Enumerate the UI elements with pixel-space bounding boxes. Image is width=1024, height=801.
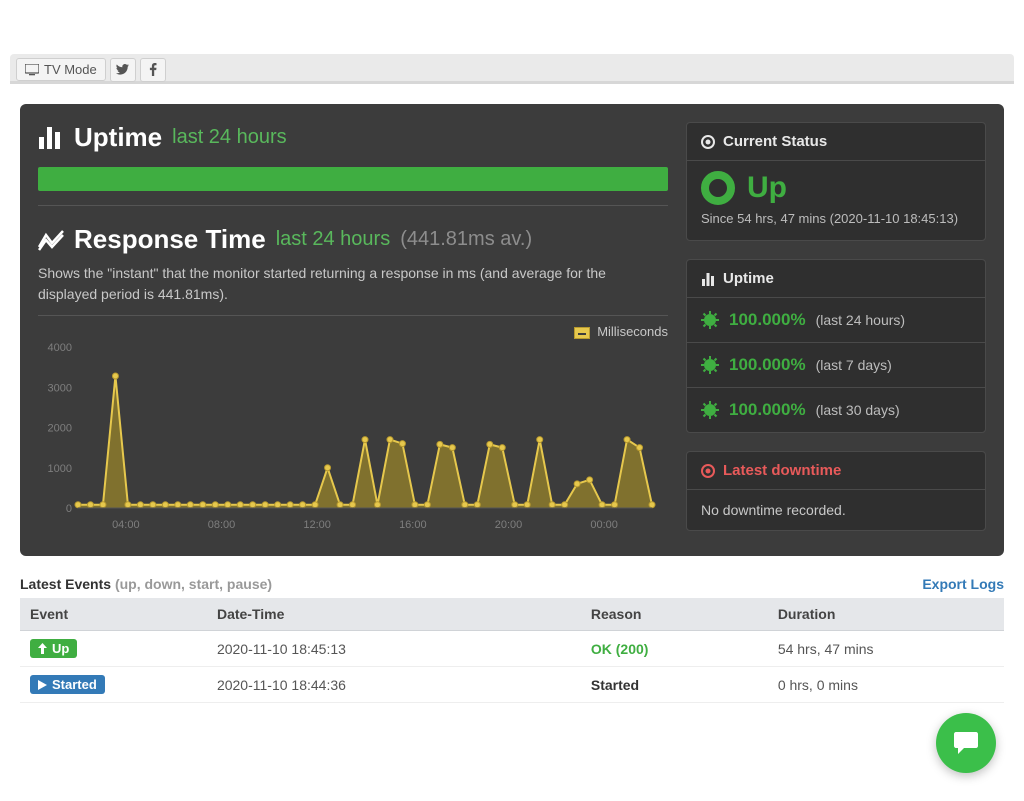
status-up-label: Up	[747, 171, 787, 205]
uptime-value: 100.000%	[729, 310, 806, 330]
status-since: Since 54 hrs, 47 mins (2020-11-10 18:45:…	[687, 209, 985, 240]
svg-text:0: 0	[66, 503, 72, 515]
response-range: last 24 hours	[276, 228, 391, 251]
response-heading: Response Time last 24 hours (441.81ms av…	[38, 224, 668, 255]
export-logs-link[interactable]: Export Logs	[922, 576, 1004, 592]
latest-downtime-label: Latest downtime	[723, 462, 841, 479]
uptime-row: 100.000% (last 7 days)	[687, 342, 985, 387]
uptime-stats-head: Uptime	[687, 260, 985, 298]
svg-text:00:00: 00:00	[590, 519, 618, 531]
svg-text:20:00: 20:00	[495, 519, 523, 531]
twitter-icon	[116, 64, 129, 75]
event-datetime: 2020-11-10 18:45:13	[207, 631, 581, 667]
col-duration: Duration	[768, 598, 1004, 631]
legend-swatch	[574, 327, 590, 339]
svg-text:2000: 2000	[48, 423, 72, 435]
twitter-button[interactable]	[110, 58, 136, 82]
radio-red-icon	[701, 464, 715, 478]
uptime-value: 100.000%	[729, 400, 806, 420]
divider	[38, 205, 668, 206]
response-title: Response Time	[74, 224, 266, 255]
facebook-icon	[149, 63, 157, 76]
latest-downtime-head: Latest downtime	[687, 452, 985, 490]
table-row: Started 2020-11-10 18:44:36 Started 0 hr…	[20, 667, 1004, 703]
event-duration: 0 hrs, 0 mins	[768, 667, 1004, 703]
uptime-stats-panel: Uptime 100.000% (last 24 hours) 100.000%	[686, 259, 986, 433]
events-table: Event Date-Time Reason Duration Up 2020-…	[20, 598, 1004, 703]
event-badge: Started	[30, 675, 105, 694]
event-badge-label: Started	[52, 677, 97, 692]
col-reason: Reason	[581, 598, 768, 631]
chart-svg: 1000 2000 3000 4000 0 04:00 08:00 12:00 16:00 20:…	[38, 343, 658, 538]
response-avg: (441.81ms av.)	[400, 228, 532, 251]
tv-mode-label: TV Mode	[44, 62, 97, 77]
response-chart: Milliseconds 1000 2000 3000 4000 0 04:00 08:00…	[38, 315, 668, 538]
chat-icon	[952, 730, 980, 756]
uptime-heading: Uptime last 24 hours	[38, 122, 668, 153]
uptime-value: 100.000%	[729, 355, 806, 375]
chart-legend: Milliseconds	[38, 324, 668, 339]
svg-text:3000: 3000	[48, 382, 72, 394]
uptime-range-label: (last 24 hours)	[816, 312, 905, 328]
uptime-range-label: (last 30 days)	[816, 402, 900, 418]
svg-text:04:00: 04:00	[112, 519, 140, 531]
uptime-bar	[38, 167, 668, 191]
uptime-range-label: (last 7 days)	[816, 357, 892, 373]
latest-downtime-body: No downtime recorded.	[687, 490, 985, 530]
svg-text:08:00: 08:00	[208, 519, 236, 531]
tv-mode-button[interactable]: TV Mode	[16, 58, 106, 81]
chat-fab[interactable]	[936, 713, 996, 773]
current-status-label: Current Status	[723, 133, 827, 150]
current-status-panel: Current Status Up Since 54 hrs, 47 mins …	[686, 122, 986, 241]
response-description: Shows the "instant" that the monitor sta…	[38, 263, 668, 305]
events-title-main: Latest Events	[20, 576, 111, 592]
event-duration: 54 hrs, 47 mins	[768, 631, 1004, 667]
dashboard-panel: Uptime last 24 hours Response Time last …	[20, 104, 1004, 556]
uptime-title: Uptime	[74, 122, 162, 153]
bars-icon	[38, 127, 64, 149]
arrow-up-icon	[38, 643, 47, 654]
status-up-row: Up	[687, 161, 985, 209]
svg-text:1000: 1000	[48, 463, 72, 475]
uptime-stats-label: Uptime	[723, 270, 774, 287]
col-datetime: Date-Time	[207, 598, 581, 631]
event-datetime: 2020-11-10 18:44:36	[207, 667, 581, 703]
events-title: Latest Events (up, down, start, pause)	[20, 576, 272, 592]
latest-events-section: Latest Events (up, down, start, pause) E…	[20, 576, 1004, 703]
facebook-button[interactable]	[140, 58, 166, 82]
col-event: Event	[20, 598, 207, 631]
play-icon	[38, 680, 47, 690]
svg-text:12:00: 12:00	[303, 519, 331, 531]
uptime-row: 100.000% (last 24 hours)	[687, 298, 985, 342]
event-reason: OK (200)	[591, 641, 649, 657]
svg-text:4000: 4000	[48, 343, 72, 354]
latest-downtime-panel: Latest downtime No downtime recorded.	[686, 451, 986, 531]
event-badge: Up	[30, 639, 77, 658]
svg-text:16:00: 16:00	[399, 519, 427, 531]
trend-icon	[38, 229, 64, 251]
cert-icon	[701, 401, 719, 419]
current-status-head: Current Status	[687, 123, 985, 161]
bars-small-icon	[701, 272, 715, 286]
monitor-icon	[25, 64, 39, 76]
event-badge-label: Up	[52, 641, 69, 656]
cert-icon	[701, 356, 719, 374]
status-ring-icon	[701, 171, 735, 205]
top-toolbar: TV Mode	[10, 54, 1014, 84]
events-title-sub: (up, down, start, pause)	[115, 576, 272, 592]
table-row: Up 2020-11-10 18:45:13 OK (200) 54 hrs, …	[20, 631, 1004, 667]
uptime-row: 100.000% (last 30 days)	[687, 387, 985, 432]
radio-icon	[701, 135, 715, 149]
legend-label: Milliseconds	[597, 324, 668, 339]
uptime-range: last 24 hours	[172, 126, 287, 149]
cert-icon	[701, 311, 719, 329]
event-reason: Started	[591, 677, 639, 693]
